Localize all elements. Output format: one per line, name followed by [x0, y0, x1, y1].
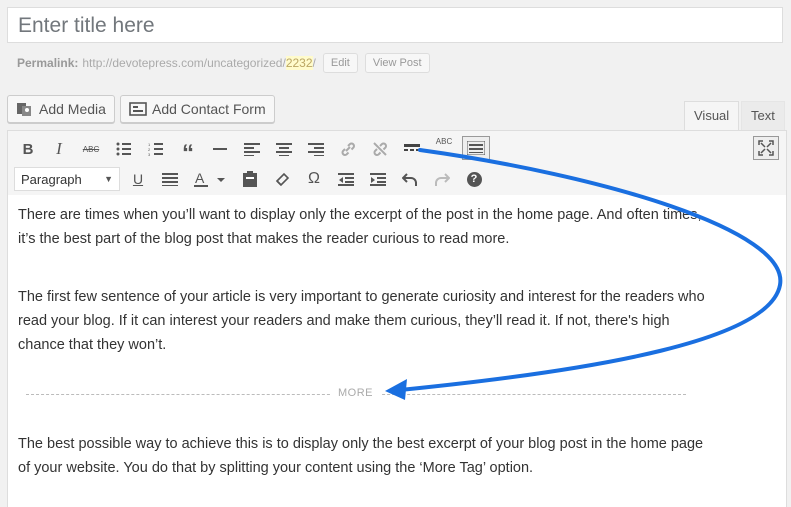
- add-contact-form-button[interactable]: Add Contact Form: [120, 95, 275, 123]
- bullet-list-icon[interactable]: [112, 137, 136, 161]
- undo-icon[interactable]: [398, 167, 422, 191]
- permalink-slug[interactable]: 2232: [285, 56, 313, 70]
- svg-text:3: 3: [148, 152, 151, 156]
- indent-icon[interactable]: [366, 167, 390, 191]
- strikethrough-icon[interactable]: ABC: [79, 137, 103, 161]
- justify-icon[interactable]: [158, 167, 182, 191]
- align-left-icon[interactable]: [240, 137, 264, 161]
- unlink-icon[interactable]: [368, 137, 392, 161]
- content-paragraph-1: There are times when you’ll want to disp…: [18, 207, 702, 247]
- add-media-icon: [17, 103, 31, 116]
- blockquote-icon[interactable]: “: [176, 137, 200, 167]
- text-color-icon[interactable]: A: [190, 167, 230, 191]
- view-post-button[interactable]: View Post: [364, 53, 430, 73]
- add-contact-form-label: Add Contact Form: [152, 101, 266, 117]
- redo-icon[interactable]: [430, 167, 454, 191]
- align-right-icon[interactable]: [304, 137, 328, 161]
- toolbar-toggle-icon[interactable]: [462, 136, 490, 160]
- chevron-down-icon: ▼: [104, 174, 113, 184]
- underline-icon[interactable]: U: [126, 167, 150, 191]
- add-media-button[interactable]: Add Media: [7, 95, 115, 123]
- post-title-input[interactable]: Enter title here: [7, 7, 783, 43]
- tab-visual[interactable]: Visual: [684, 101, 740, 131]
- more-tag-label: MORE: [330, 387, 381, 399]
- special-character-icon[interactable]: Ω: [302, 167, 326, 191]
- help-icon[interactable]: ?: [462, 167, 486, 191]
- horizontal-rule-icon[interactable]: [208, 137, 232, 161]
- edit-permalink-button[interactable]: Edit: [322, 53, 358, 73]
- outdent-icon[interactable]: [334, 167, 358, 191]
- add-media-label: Add Media: [39, 101, 106, 117]
- permalink-url[interactable]: http://devotepress.com/uncategorized/223…: [82, 56, 316, 70]
- fullscreen-icon[interactable]: [753, 136, 779, 160]
- content-paragraph-3: The best possible way to achieve this is…: [18, 436, 704, 476]
- tab-text[interactable]: Text: [741, 101, 785, 131]
- italic-icon[interactable]: I: [47, 137, 71, 161]
- format-select-value: Paragraph: [21, 171, 82, 187]
- format-select[interactable]: Paragraph ▼: [14, 167, 120, 191]
- editor-toolbar: B I ABC 123 “ ABC Paragraph ▼ U A Ω ?: [7, 130, 787, 196]
- bold-icon[interactable]: B: [16, 137, 40, 161]
- read-more-icon[interactable]: [400, 137, 424, 161]
- spellcheck-icon[interactable]: ABC: [432, 137, 456, 161]
- content-paragraph-2: The first few sentence of your article i…: [18, 289, 705, 353]
- numbered-list-icon[interactable]: 123: [144, 137, 168, 161]
- paste-text-icon[interactable]: [238, 167, 262, 191]
- clear-formatting-icon[interactable]: [270, 167, 294, 191]
- editor-content[interactable]: There are times when you’ll want to disp…: [7, 195, 787, 507]
- svg-text:A: A: [195, 171, 205, 186]
- permalink-label: Permalink:: [17, 56, 79, 70]
- contact-form-icon: [129, 102, 147, 116]
- align-center-icon[interactable]: [272, 137, 296, 161]
- permalink-bar: Permalink: http://devotepress.com/uncate…: [17, 52, 430, 74]
- link-icon[interactable]: [336, 137, 360, 161]
